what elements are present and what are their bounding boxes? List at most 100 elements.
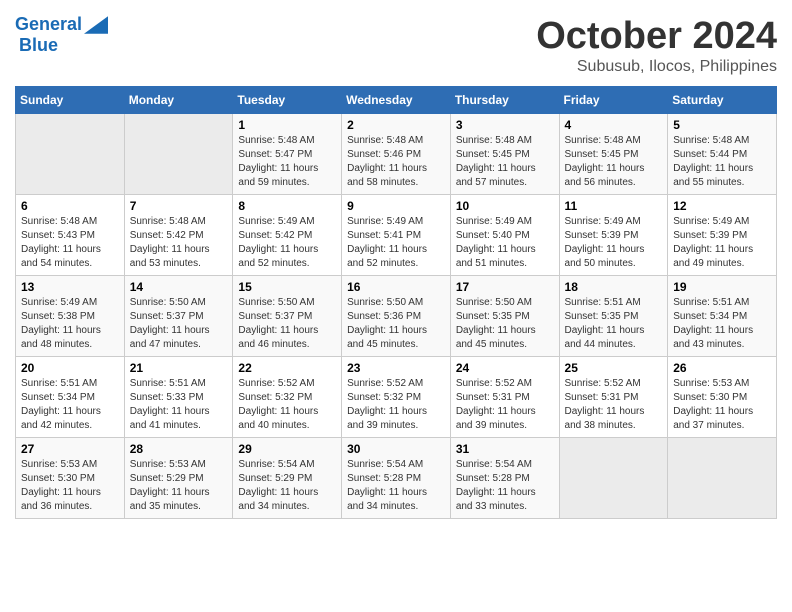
day-number: 10 <box>456 199 554 213</box>
calendar-cell: 17Sunrise: 5:50 AMSunset: 5:35 PMDayligh… <box>450 276 559 357</box>
calendar-cell: 31Sunrise: 5:54 AMSunset: 5:28 PMDayligh… <box>450 438 559 519</box>
day-number: 21 <box>130 361 228 375</box>
day-info: Sunrise: 5:49 AMSunset: 5:38 PMDaylight:… <box>21 296 119 352</box>
day-number: 20 <box>21 361 119 375</box>
day-info: Sunrise: 5:52 AMSunset: 5:32 PMDaylight:… <box>238 377 336 433</box>
calendar-cell: 20 Sunrise: 5:51 AMSunset: 5:34 PMDayligh… <box>16 357 125 438</box>
calendar-cell: 9 Sunrise: 5:49 AMSunset: 5:41 PMDaylight… <box>342 195 451 276</box>
col-header-monday: Monday <box>124 87 233 114</box>
day-number: 19 <box>673 280 771 294</box>
day-number: 3 <box>456 118 554 132</box>
calendar-cell: 21 Sunrise: 5:51 AMSunset: 5:33 PMDayligh… <box>124 357 233 438</box>
day-info: Sunrise: 5:51 AMSunset: 5:34 PMDaylight:… <box>21 377 119 433</box>
day-number: 7 <box>130 199 228 213</box>
header-row: SundayMondayTuesdayWednesdayThursdayFrid… <box>16 87 777 114</box>
calendar-cell: 1Sunrise: 5:48 AMSunset: 5:47 PMDaylight… <box>233 114 342 195</box>
calendar-cell <box>16 114 125 195</box>
calendar-cell: 28 Sunrise: 5:53 AMSunset: 5:29 PMDayligh… <box>124 438 233 519</box>
calendar-cell: 12 Sunrise: 5:49 AMSunset: 5:39 PMDayligh… <box>668 195 777 276</box>
title-area: October 2024 Subusub, Ilocos, Philippine… <box>536 15 777 76</box>
day-info: Sunrise: 5:52 AMSunset: 5:31 PMDaylight:… <box>456 377 554 433</box>
calendar-cell: 26 Sunrise: 5:53 AMSunset: 5:30 PMDayligh… <box>668 357 777 438</box>
day-number: 28 <box>130 442 228 456</box>
day-info: Sunrise: 5:54 AMSunset: 5:28 PMDaylight:… <box>456 458 554 514</box>
calendar-cell: 11Sunrise: 5:49 AMSunset: 5:39 PMDayligh… <box>559 195 668 276</box>
calendar-cell: 5 Sunrise: 5:48 AMSunset: 5:44 PMDaylight… <box>668 114 777 195</box>
day-info: Sunrise: 5:53 AMSunset: 5:29 PMDaylight:… <box>130 458 228 514</box>
calendar-cell <box>559 438 668 519</box>
day-number: 15 <box>238 280 336 294</box>
calendar-cell: 16Sunrise: 5:50 AMSunset: 5:36 PMDayligh… <box>342 276 451 357</box>
day-info: Sunrise: 5:49 AMSunset: 5:39 PMDaylight:… <box>673 215 771 271</box>
day-number: 12 <box>673 199 771 213</box>
calendar-cell: 3 Sunrise: 5:48 AMSunset: 5:45 PMDaylight… <box>450 114 559 195</box>
day-info: Sunrise: 5:52 AMSunset: 5:31 PMDaylight:… <box>565 377 663 433</box>
day-info: Sunrise: 5:48 AMSunset: 5:44 PMDaylight:… <box>673 134 771 190</box>
day-number: 17 <box>456 280 554 294</box>
calendar-cell: 18 Sunrise: 5:51 AMSunset: 5:35 PMDayligh… <box>559 276 668 357</box>
day-number: 9 <box>347 199 445 213</box>
week-row-2: 6 Sunrise: 5:48 AMSunset: 5:43 PMDaylight… <box>16 195 777 276</box>
logo-text: General <box>15 15 82 35</box>
calendar-cell: 23Sunrise: 5:52 AMSunset: 5:32 PMDayligh… <box>342 357 451 438</box>
day-info: Sunrise: 5:50 AMSunset: 5:37 PMDaylight:… <box>130 296 228 352</box>
location-subtitle: Subusub, Ilocos, Philippines <box>536 58 777 76</box>
calendar-cell: 29 Sunrise: 5:54 AMSunset: 5:29 PMDayligh… <box>233 438 342 519</box>
day-info: Sunrise: 5:53 AMSunset: 5:30 PMDaylight:… <box>673 377 771 433</box>
day-info: Sunrise: 5:54 AMSunset: 5:29 PMDaylight:… <box>238 458 336 514</box>
col-header-tuesday: Tuesday <box>233 87 342 114</box>
day-info: Sunrise: 5:49 AMSunset: 5:39 PMDaylight:… <box>565 215 663 271</box>
day-info: Sunrise: 5:53 AMSunset: 5:30 PMDaylight:… <box>21 458 119 514</box>
day-number: 27 <box>21 442 119 456</box>
day-info: Sunrise: 5:48 AMSunset: 5:45 PMDaylight:… <box>565 134 663 190</box>
day-info: Sunrise: 5:48 AMSunset: 5:46 PMDaylight:… <box>347 134 445 190</box>
calendar-cell: 2Sunrise: 5:48 AMSunset: 5:46 PMDaylight… <box>342 114 451 195</box>
day-number: 26 <box>673 361 771 375</box>
day-info: Sunrise: 5:48 AMSunset: 5:42 PMDaylight:… <box>130 215 228 271</box>
calendar-cell: 25 Sunrise: 5:52 AMSunset: 5:31 PMDayligh… <box>559 357 668 438</box>
calendar-cell: 14 Sunrise: 5:50 AMSunset: 5:37 PMDayligh… <box>124 276 233 357</box>
day-number: 4 <box>565 118 663 132</box>
day-number: 6 <box>21 199 119 213</box>
day-number: 13 <box>21 280 119 294</box>
day-number: 18 <box>565 280 663 294</box>
day-number: 5 <box>673 118 771 132</box>
calendar-cell <box>668 438 777 519</box>
calendar-cell: 22Sunrise: 5:52 AMSunset: 5:32 PMDayligh… <box>233 357 342 438</box>
col-header-sunday: Sunday <box>16 87 125 114</box>
day-info: Sunrise: 5:49 AMSunset: 5:41 PMDaylight:… <box>347 215 445 271</box>
week-row-5: 27 Sunrise: 5:53 AMSunset: 5:30 PMDayligh… <box>16 438 777 519</box>
day-number: 14 <box>130 280 228 294</box>
day-number: 25 <box>565 361 663 375</box>
calendar-cell: 10 Sunrise: 5:49 AMSunset: 5:40 PMDayligh… <box>450 195 559 276</box>
day-number: 1 <box>238 118 336 132</box>
day-info: Sunrise: 5:51 AMSunset: 5:33 PMDaylight:… <box>130 377 228 433</box>
calendar-cell: 24Sunrise: 5:52 AMSunset: 5:31 PMDayligh… <box>450 357 559 438</box>
calendar-cell: 4 Sunrise: 5:48 AMSunset: 5:45 PMDaylight… <box>559 114 668 195</box>
calendar-cell: 6 Sunrise: 5:48 AMSunset: 5:43 PMDaylight… <box>16 195 125 276</box>
logo: General Blue <box>15 15 108 56</box>
calendar-cell: 13 Sunrise: 5:49 AMSunset: 5:38 PMDayligh… <box>16 276 125 357</box>
week-row-4: 20 Sunrise: 5:51 AMSunset: 5:34 PMDayligh… <box>16 357 777 438</box>
day-info: Sunrise: 5:49 AMSunset: 5:42 PMDaylight:… <box>238 215 336 271</box>
calendar-cell: 8Sunrise: 5:49 AMSunset: 5:42 PMDaylight… <box>233 195 342 276</box>
col-header-wednesday: Wednesday <box>342 87 451 114</box>
col-header-friday: Friday <box>559 87 668 114</box>
day-info: Sunrise: 5:48 AMSunset: 5:45 PMDaylight:… <box>456 134 554 190</box>
day-info: Sunrise: 5:51 AMSunset: 5:34 PMDaylight:… <box>673 296 771 352</box>
calendar-table: SundayMondayTuesdayWednesdayThursdayFrid… <box>15 86 777 519</box>
calendar-cell: 30Sunrise: 5:54 AMSunset: 5:28 PMDayligh… <box>342 438 451 519</box>
day-info: Sunrise: 5:51 AMSunset: 5:35 PMDaylight:… <box>565 296 663 352</box>
logo-blue: Blue <box>19 35 58 56</box>
calendar-cell: 15 Sunrise: 5:50 AMSunset: 5:37 PMDayligh… <box>233 276 342 357</box>
calendar-cell: 19 Sunrise: 5:51 AMSunset: 5:34 PMDayligh… <box>668 276 777 357</box>
day-info: Sunrise: 5:49 AMSunset: 5:40 PMDaylight:… <box>456 215 554 271</box>
logo-icon <box>84 15 108 35</box>
week-row-1: 1Sunrise: 5:48 AMSunset: 5:47 PMDaylight… <box>16 114 777 195</box>
day-info: Sunrise: 5:52 AMSunset: 5:32 PMDaylight:… <box>347 377 445 433</box>
day-info: Sunrise: 5:48 AMSunset: 5:43 PMDaylight:… <box>21 215 119 271</box>
day-info: Sunrise: 5:50 AMSunset: 5:37 PMDaylight:… <box>238 296 336 352</box>
day-number: 30 <box>347 442 445 456</box>
calendar-cell <box>124 114 233 195</box>
day-number: 29 <box>238 442 336 456</box>
